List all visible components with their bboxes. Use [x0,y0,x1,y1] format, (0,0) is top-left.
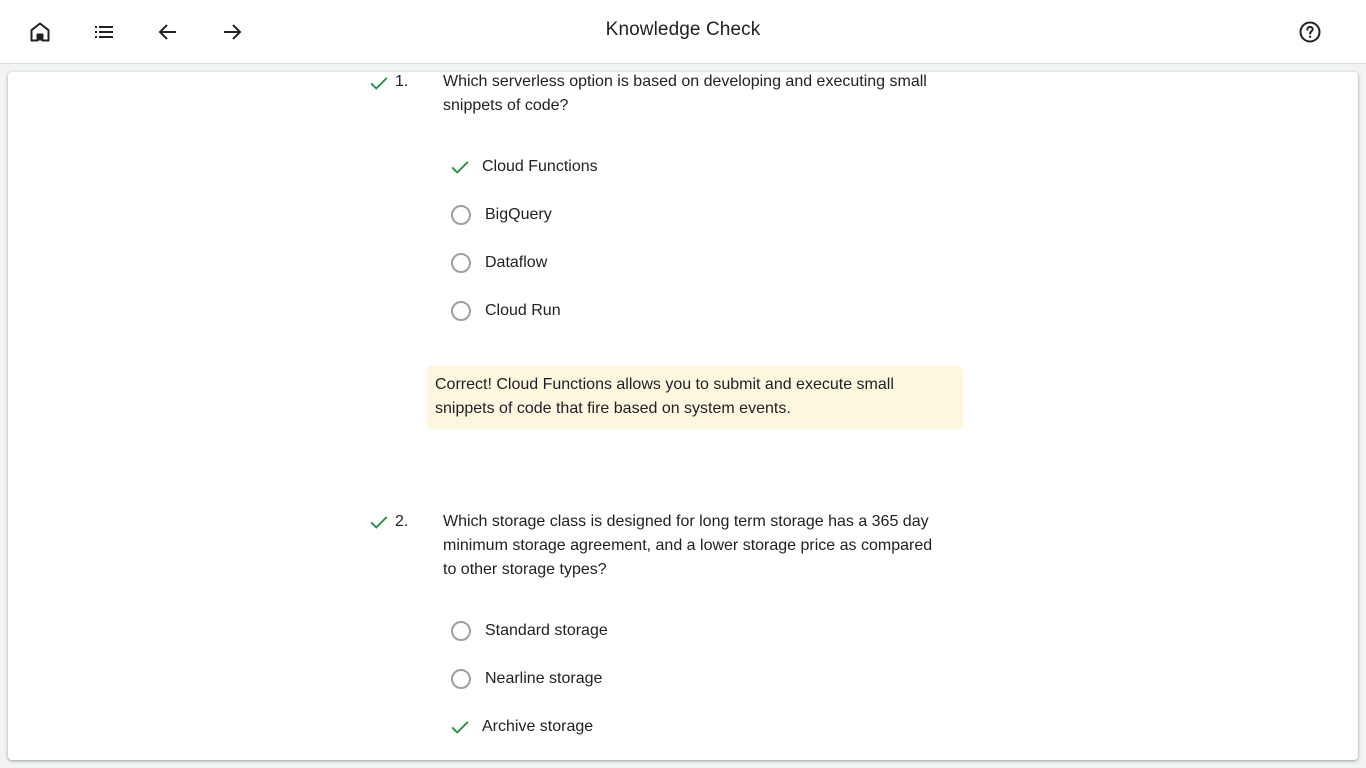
option-cloud-functions[interactable]: Cloud Functions [450,155,598,179]
option-label: Standard storage [485,622,608,639]
question-number: 1. [395,73,409,90]
option-label: Nearline storage [485,670,603,687]
radio-button[interactable] [451,621,471,641]
question-number: 2. [395,513,409,530]
page-title: Knowledge Check [605,19,761,40]
radio-button[interactable] [451,301,471,321]
option-label: BigQuery [485,206,552,223]
correct-check-icon [370,516,388,529]
feedback-box: Correct! Cloud Functions allows you to s… [427,366,963,429]
option-label: Dataflow [485,254,548,271]
help-button[interactable] [1290,12,1330,52]
option-archive-storage[interactable]: Archive storage [450,715,593,739]
option-label: Cloud Run [485,302,561,319]
option-dataflow[interactable]: Dataflow [450,251,547,275]
correct-check-icon [370,77,388,90]
quiz-card: 1. Which serverless option is based on d… [8,72,1358,760]
radio-button[interactable] [451,253,471,273]
option-nearline-storage[interactable]: Nearline storage [450,667,602,691]
selected-check-icon [451,721,469,734]
question-text: Which storage class is designed for long… [443,513,933,578]
option-cloud-run[interactable]: Cloud Run [450,299,561,323]
top-app-bar: Knowledge Check [0,0,1366,64]
question-text: Which serverless option is based on deve… [443,73,927,114]
option-standard-storage[interactable]: Standard storage [450,619,608,643]
option-bigquery[interactable]: BigQuery [450,203,552,227]
option-label: Archive storage [482,718,594,735]
radio-button[interactable] [451,669,471,689]
selected-check-icon [451,161,469,174]
radio-button[interactable] [451,205,471,225]
help-icon [1299,21,1321,43]
option-label: Cloud Functions [482,158,598,175]
